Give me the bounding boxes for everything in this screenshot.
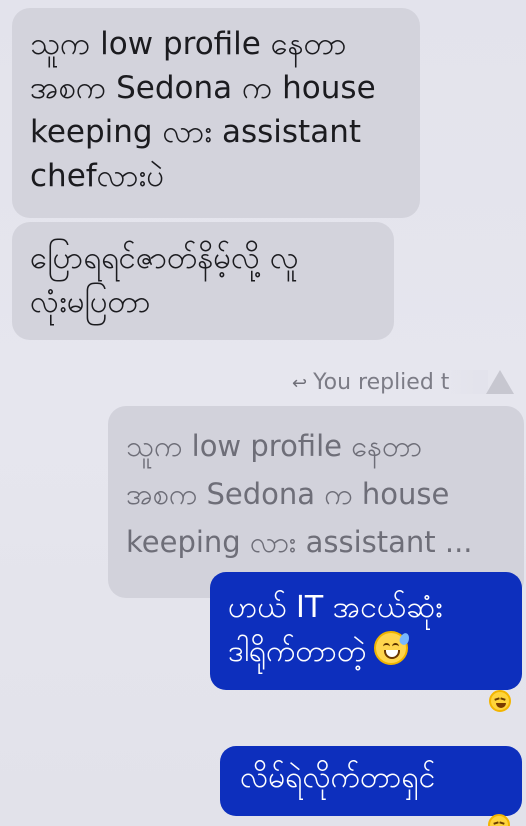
quoted-reply-bubble[interactable]: သူက low profile နေတာ အစက Sedona က house … (108, 406, 524, 598)
reply-label-fade (448, 370, 488, 394)
outgoing-message-bubble[interactable]: ဟယ် IT အငယ်ဆုံး ဒါရိုက်တာတဲ့ (210, 572, 522, 690)
message-line: ဟယ် IT အငယ်ဆုံး (228, 590, 443, 625)
incoming-message-bubble[interactable]: ပြောရရင်ဇာတ်နိမ့်လို့ လူ လုံးမပြတာ (12, 222, 394, 340)
message-line: chefလားပဲ (30, 158, 165, 194)
message-line: keeping လား assistant (30, 114, 362, 150)
message-line: ပြောရရင်ဇာတ်နိမ့်လို့ လူ (30, 240, 299, 276)
message-line: အစက Sedona က house (30, 70, 376, 106)
chat-screen: သူက low profile နေတာ အစက Sedona က house … (0, 0, 526, 826)
sweat-smile-emoji (374, 631, 411, 665)
message-line: သူက low profile နေတာ (30, 26, 347, 62)
quoted-line: သူက low profile နေတာ (126, 429, 423, 463)
message-line-text: ဒါရိုက်တာတဲ့ (228, 634, 367, 669)
reply-label-text: You replied t (313, 370, 450, 395)
outgoing-message-bubble[interactable]: လိမ်ရဲလိုက်တာရှင် (220, 746, 522, 816)
quoted-line: keeping လား assistant ... (126, 525, 473, 559)
reply-arrow-icon: ↩ (292, 373, 308, 394)
laughing-reaction-icon[interactable] (489, 690, 511, 712)
quoted-line: အစက Sedona က house (126, 477, 450, 511)
message-line: ဒါရိုက်တာတဲ့ (228, 630, 506, 674)
incoming-message-bubble[interactable]: သူက low profile နေတာ အစက Sedona က house … (12, 8, 420, 218)
message-line: လုံးမပြတာ (30, 284, 151, 320)
message-line: လိမ်ရဲလိုက်တာရှင် (240, 760, 436, 795)
recipient-avatar-icon (486, 370, 514, 394)
